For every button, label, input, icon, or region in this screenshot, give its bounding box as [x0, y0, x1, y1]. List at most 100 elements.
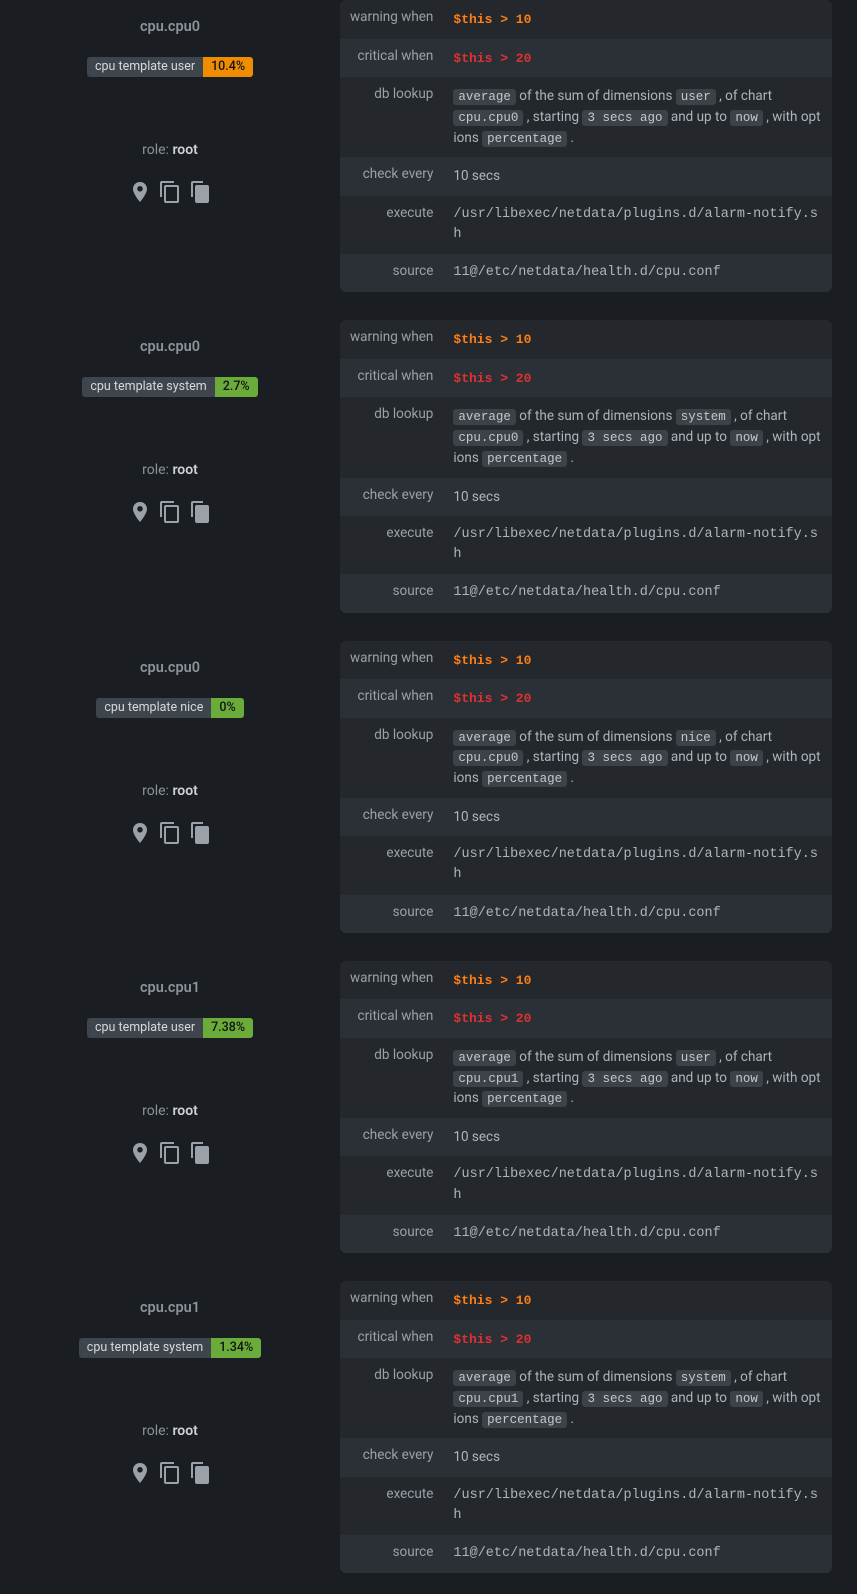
row-execute: execute /usr/libexec/netdata/plugins.d/a…: [340, 196, 832, 255]
role-label: role:: [142, 462, 172, 478]
role-line: role: root: [0, 462, 340, 478]
role-value: root: [172, 1103, 197, 1119]
label-source: source: [340, 1535, 443, 1573]
alarm-summary: cpu.cpu0 cpu template user 10.4% role: r…: [0, 0, 340, 292]
source-value: 11@/etc/netdata/health.d/cpu.conf: [443, 254, 832, 292]
role-value: root: [172, 783, 197, 799]
copy-filled-icon[interactable]: [188, 821, 212, 849]
chart-name: cpu.cpu1: [0, 1299, 340, 1316]
check-value: 10 secs: [443, 478, 832, 516]
warning-expr: $this > 10: [453, 12, 531, 27]
token-now: now: [730, 1071, 763, 1087]
row-warning: warning when $this > 10: [340, 1281, 832, 1320]
label-execute: execute: [340, 1477, 443, 1536]
badge-value: 2.7%: [215, 377, 258, 397]
check-value: 10 secs: [443, 1118, 832, 1156]
critical-expr: $this > 20: [453, 51, 531, 66]
label-check: check every: [340, 798, 443, 836]
location-icon[interactable]: [128, 180, 152, 208]
badge-label: cpu template user: [87, 57, 203, 77]
label-critical: critical when: [340, 39, 443, 78]
location-icon[interactable]: [128, 500, 152, 528]
label-check: check every: [340, 1438, 443, 1476]
source-value: 11@/etc/netdata/health.d/cpu.conf: [443, 1215, 832, 1253]
execute-value: /usr/libexec/netdata/plugins.d/alarm-not…: [443, 1156, 832, 1215]
location-icon[interactable]: [128, 821, 152, 849]
token-now: now: [730, 1391, 763, 1407]
chart-name: cpu.cpu0: [0, 18, 340, 35]
token-percentage: percentage: [482, 131, 567, 147]
row-warning: warning when $this > 10: [340, 320, 832, 359]
token-chart: cpu.cpu1: [453, 1071, 523, 1087]
copy-icon[interactable]: [158, 500, 182, 528]
token-now: now: [730, 430, 763, 446]
copy-icon[interactable]: [158, 821, 182, 849]
action-icons: [0, 500, 340, 528]
row-warning: warning when $this > 10: [340, 961, 832, 1000]
badge-label: cpu template system: [82, 377, 214, 397]
role-value: root: [172, 142, 197, 158]
copy-filled-icon[interactable]: [188, 1461, 212, 1489]
role-label: role:: [142, 1103, 172, 1119]
role-line: role: root: [0, 783, 340, 799]
copy-filled-icon[interactable]: [188, 500, 212, 528]
row-source: source 11@/etc/netdata/health.d/cpu.conf: [340, 1535, 832, 1573]
action-icons: [0, 1461, 340, 1489]
label-execute: execute: [340, 196, 443, 255]
token-percentage: percentage: [482, 771, 567, 787]
status-badge: cpu template system 2.7%: [82, 377, 257, 397]
badge-value: 1.34%: [211, 1338, 261, 1358]
alarm-details: warning when $this > 10 critical when $t…: [340, 641, 857, 933]
location-icon[interactable]: [128, 1461, 152, 1489]
row-critical: critical when $this > 20: [340, 679, 832, 718]
token-ago: 3 secs ago: [582, 750, 667, 766]
copy-icon[interactable]: [158, 1141, 182, 1169]
row-critical: critical when $this > 20: [340, 359, 832, 398]
check-value: 10 secs: [443, 157, 832, 195]
chart-name: cpu.cpu0: [0, 659, 340, 676]
action-icons: [0, 180, 340, 208]
details-table: warning when $this > 10 critical when $t…: [340, 1281, 832, 1573]
chart-name: cpu.cpu1: [0, 979, 340, 996]
token-percentage: percentage: [482, 1091, 567, 1107]
copy-filled-icon[interactable]: [188, 180, 212, 208]
lookup-text: average of the sum of dimensions nice , …: [443, 718, 832, 798]
execute-value: /usr/libexec/netdata/plugins.d/alarm-not…: [443, 836, 832, 895]
token-average: average: [453, 1370, 516, 1386]
token-average: average: [453, 89, 516, 105]
details-table: warning when $this > 10 critical when $t…: [340, 320, 832, 612]
copy-filled-icon[interactable]: [188, 1141, 212, 1169]
location-icon[interactable]: [128, 1141, 152, 1169]
token-chart: cpu.cpu0: [453, 110, 523, 126]
token-dimension: user: [676, 1050, 716, 1066]
row-lookup: db lookup average of the sum of dimensio…: [340, 1038, 832, 1118]
warning-expr: $this > 10: [453, 653, 531, 668]
copy-icon[interactable]: [158, 180, 182, 208]
role-line: role: root: [0, 1103, 340, 1119]
row-check: check every 10 secs: [340, 1118, 832, 1156]
row-lookup: db lookup average of the sum of dimensio…: [340, 77, 832, 157]
source-value: 11@/etc/netdata/health.d/cpu.conf: [443, 1535, 832, 1573]
row-source: source 11@/etc/netdata/health.d/cpu.conf: [340, 1215, 832, 1253]
token-now: now: [730, 750, 763, 766]
token-now: now: [730, 110, 763, 126]
row-execute: execute /usr/libexec/netdata/plugins.d/a…: [340, 1477, 832, 1536]
lookup-text: average of the sum of dimensions user , …: [443, 1038, 832, 1118]
row-execute: execute /usr/libexec/netdata/plugins.d/a…: [340, 1156, 832, 1215]
role-label: role:: [142, 783, 172, 799]
alarm-card: cpu.cpu1 cpu template system 1.34% role:…: [0, 1281, 857, 1573]
label-lookup: db lookup: [340, 718, 443, 798]
label-source: source: [340, 1215, 443, 1253]
row-source: source 11@/etc/netdata/health.d/cpu.conf: [340, 574, 832, 612]
label-execute: execute: [340, 516, 443, 575]
status-badge: cpu template system 1.34%: [79, 1338, 261, 1358]
label-source: source: [340, 574, 443, 612]
label-critical: critical when: [340, 1320, 443, 1359]
alarm-details: warning when $this > 10 critical when $t…: [340, 1281, 857, 1573]
row-lookup: db lookup average of the sum of dimensio…: [340, 1358, 832, 1438]
copy-icon[interactable]: [158, 1461, 182, 1489]
alarm-details: warning when $this > 10 critical when $t…: [340, 320, 857, 612]
token-percentage: percentage: [482, 451, 567, 467]
token-chart: cpu.cpu0: [453, 750, 523, 766]
label-lookup: db lookup: [340, 397, 443, 477]
